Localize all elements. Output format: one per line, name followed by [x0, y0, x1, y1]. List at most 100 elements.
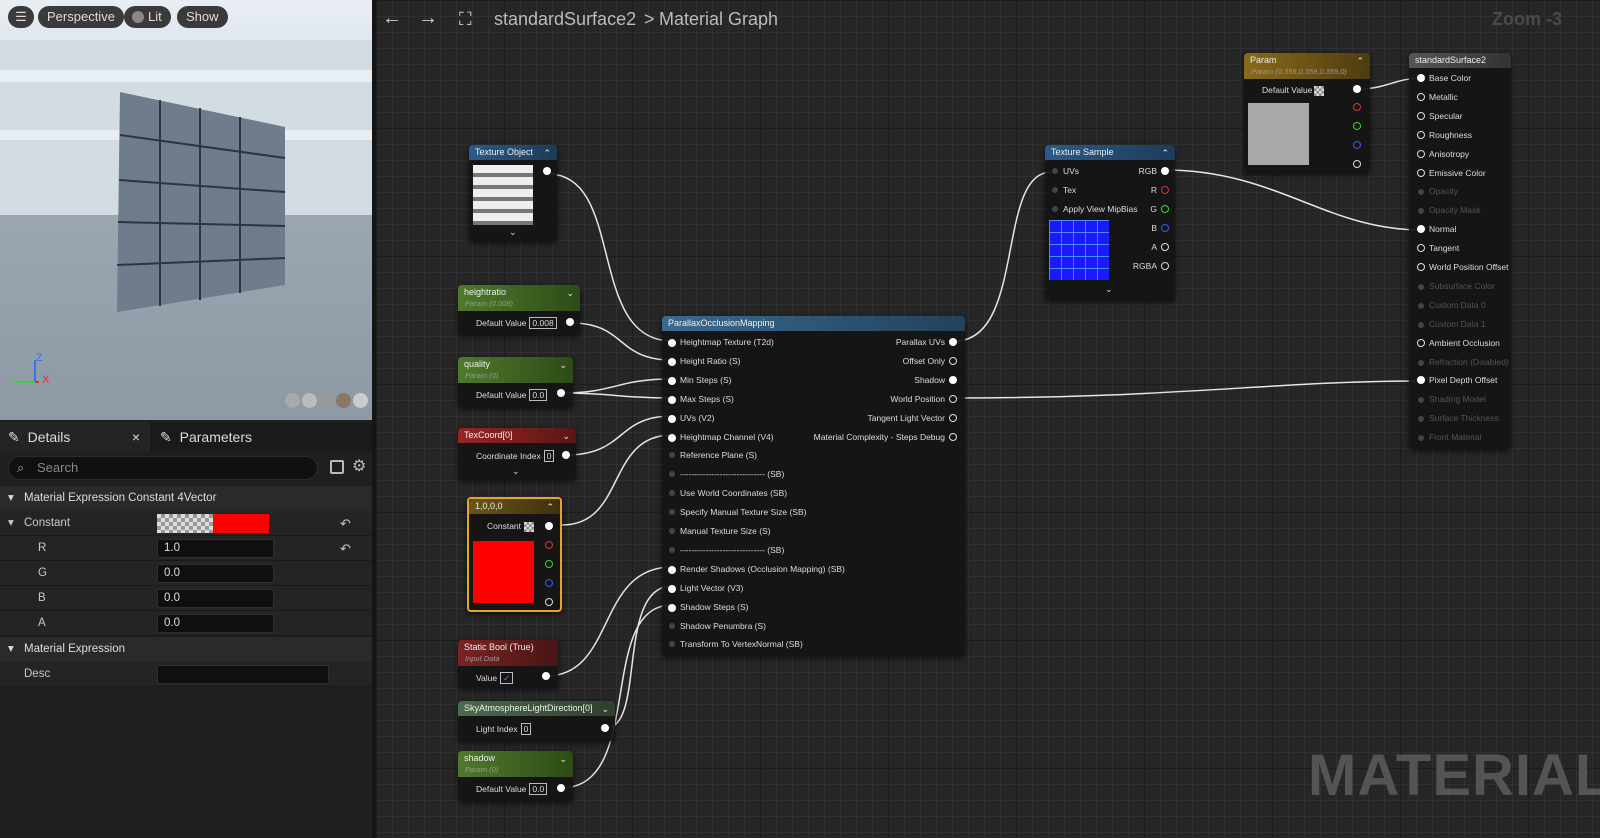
- input-pin[interactable]: [668, 584, 676, 593]
- input-pin[interactable]: [668, 433, 676, 442]
- output-pin[interactable]: [601, 724, 609, 732]
- output-pin[interactable]: [949, 338, 957, 346]
- collapse-chevron-icon[interactable]: ⌃: [1161, 146, 1169, 160]
- node-header[interactable]: Param Param (0.359,0.359,0.359,0) ⌃: [1244, 53, 1370, 79]
- output-pin[interactable]: [566, 318, 574, 326]
- collapse-chevron-icon[interactable]: ⌄: [601, 702, 609, 716]
- tab-details[interactable]: ✎ Details ×: [0, 422, 150, 452]
- output-pin[interactable]: [543, 167, 551, 175]
- a-input[interactable]: 0.0: [157, 614, 274, 633]
- settings-gear-icon[interactable]: ⚙: [352, 456, 366, 476]
- output-pin[interactable]: [949, 413, 957, 422]
- collapse-chevron-icon[interactable]: ⌄: [562, 429, 570, 443]
- node-header[interactable]: 1,0,0,0 ⌃: [469, 499, 560, 514]
- node-header[interactable]: Static Bool (True) Input Data: [458, 640, 558, 666]
- default-value-field[interactable]: Default Value 0.0: [476, 783, 548, 795]
- output-pin-b[interactable]: [545, 579, 553, 587]
- output-pin[interactable]: [557, 389, 565, 397]
- r-input[interactable]: 1.0: [157, 539, 274, 558]
- input-pin[interactable]: [669, 452, 675, 459]
- default-value-field[interactable]: Default Value 0.008: [476, 317, 557, 329]
- input-pin[interactable]: [1418, 189, 1424, 196]
- output-pin[interactable]: [949, 432, 957, 441]
- material-output-node[interactable]: standardSurface2 Base Color Metallic Specu…: [1409, 53, 1511, 449]
- output-pin-a[interactable]: [1353, 160, 1361, 168]
- constant-4vector-node[interactable]: 1,0,0,0 ⌃ Constant: [467, 497, 562, 612]
- output-pin-g[interactable]: [1161, 205, 1169, 213]
- input-pin[interactable]: [668, 376, 676, 385]
- node-header[interactable]: heightratio Param (0.008) ⌄: [458, 285, 580, 311]
- node-header[interactable]: quality Param (0) ⌄: [458, 357, 573, 383]
- input-pin[interactable]: [1417, 376, 1425, 385]
- node-header[interactable]: TexCoord[0] ⌄: [458, 428, 576, 443]
- output-pin[interactable]: [545, 522, 553, 530]
- output-pin-b[interactable]: [1161, 224, 1169, 232]
- expand-chevron-icon[interactable]: ⌄: [509, 227, 517, 238]
- output-pin[interactable]: [542, 672, 550, 680]
- section-material-expression-constant-4vector[interactable]: ▾ Material Expression Constant 4Vector: [0, 486, 372, 511]
- input-pin[interactable]: [668, 603, 676, 612]
- output-pin-rgb[interactable]: [1161, 167, 1169, 175]
- input-pin-tex[interactable]: [1052, 187, 1058, 193]
- default-value-field[interactable]: Default Value 0.0: [476, 389, 548, 401]
- param-vector-node[interactable]: Param Param (0.359,0.359,0.359,0) ⌃ Defa…: [1244, 53, 1370, 173]
- static-bool-node[interactable]: Static Bool (True) Input Data Value ✓: [458, 640, 558, 688]
- input-pin[interactable]: [1417, 244, 1425, 253]
- input-pin[interactable]: [668, 357, 676, 366]
- node-header[interactable]: shadow Param (0) ⌄: [458, 751, 573, 777]
- input-pin[interactable]: [1418, 283, 1424, 290]
- perspective-button[interactable]: Perspective: [38, 6, 124, 28]
- input-pin[interactable]: [1417, 74, 1425, 82]
- heightratio-node[interactable]: heightratio Param (0.008) ⌄ Default Valu…: [458, 285, 580, 335]
- collapse-chevron-icon[interactable]: ⌃: [1356, 54, 1364, 68]
- input-pin[interactable]: [1418, 208, 1424, 215]
- node-header[interactable]: Texture Object ⌃: [469, 145, 557, 160]
- input-pin[interactable]: [669, 546, 675, 553]
- desc-input[interactable]: [157, 665, 329, 684]
- output-pin-a[interactable]: [545, 598, 553, 606]
- parallax-occlusion-mapping-node[interactable]: ParallaxOcclusionMapping Heightmap Textu…: [662, 316, 965, 656]
- input-pin[interactable]: [1418, 321, 1424, 328]
- search-input[interactable]: ⌕ Search: [8, 456, 318, 480]
- tab-parameters[interactable]: ✎ Parameters: [160, 422, 252, 452]
- input-pin[interactable]: [1418, 435, 1424, 442]
- input-pin[interactable]: [1418, 359, 1424, 366]
- input-pin[interactable]: [669, 509, 675, 516]
- expand-chevron-icon[interactable]: ⌄: [512, 466, 520, 477]
- input-pin[interactable]: [668, 414, 676, 423]
- show-button[interactable]: Show: [177, 6, 228, 28]
- collapse-chevron-icon[interactable]: ⌄: [559, 358, 567, 372]
- input-pin-mipbias[interactable]: [1052, 206, 1058, 212]
- output-pin[interactable]: [562, 451, 570, 459]
- value-field[interactable]: Value ✓: [476, 672, 514, 684]
- quality-node[interactable]: quality Param (0) ⌄ Default Value 0.0: [458, 357, 573, 407]
- reset-to-default-icon[interactable]: ↶: [340, 536, 351, 561]
- texcoord-node[interactable]: TexCoord[0] ⌄ Coordinate Index 0 ⌄: [458, 428, 576, 480]
- texture-object-node[interactable]: Texture Object ⌃ ⌄: [469, 145, 557, 241]
- output-pin-rgba[interactable]: [1161, 262, 1169, 270]
- node-header[interactable]: SkyAtmosphereLightDirection[0] ⌄: [458, 701, 615, 716]
- output-pin-g[interactable]: [545, 560, 553, 568]
- input-pin[interactable]: [1417, 225, 1425, 234]
- input-pin[interactable]: [1417, 149, 1425, 158]
- input-pin[interactable]: [668, 339, 676, 347]
- output-pin-r[interactable]: [1161, 186, 1169, 194]
- value-checkbox[interactable]: ✓: [500, 672, 514, 684]
- output-pin[interactable]: [557, 784, 565, 792]
- output-pin-g[interactable]: [1353, 122, 1361, 130]
- expand-chevron-icon[interactable]: ⌄: [1105, 284, 1113, 295]
- output-pin[interactable]: [949, 356, 957, 365]
- value-input[interactable]: 0.0: [529, 389, 548, 401]
- constant-color-swatch[interactable]: [157, 514, 269, 533]
- shadow-node[interactable]: shadow Param (0) ⌄ Default Value 0.0: [458, 751, 573, 801]
- output-pin[interactable]: [1353, 85, 1361, 93]
- material-preview-viewport[interactable]: ☰ Perspective Lit Show Z X: [0, 0, 372, 420]
- output-pin-r[interactable]: [1353, 103, 1361, 111]
- input-pin-uvs[interactable]: [1052, 168, 1058, 174]
- b-input[interactable]: 0.0: [157, 589, 274, 608]
- close-tab-icon[interactable]: ×: [132, 422, 140, 452]
- teapot-shape-icon[interactable]: [353, 393, 368, 408]
- input-pin[interactable]: [1418, 397, 1424, 404]
- output-pin-r[interactable]: [545, 541, 553, 549]
- input-pin[interactable]: [669, 528, 675, 534]
